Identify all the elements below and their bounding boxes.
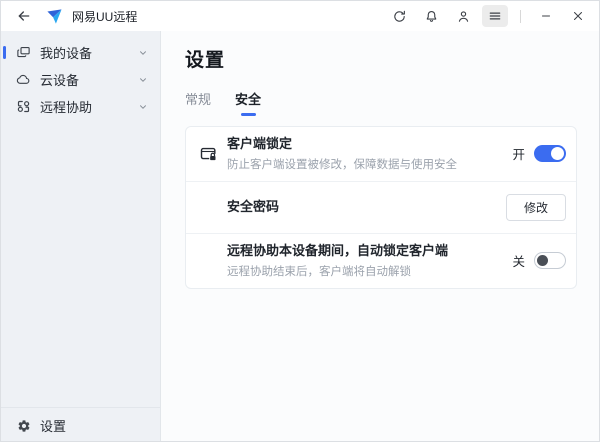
auto-lock-title: 远程协助本设备期间，自动锁定客户端: [227, 242, 449, 258]
client-lock-text: 客户端锁定 防止客户端设置被修改，保障数据与使用安全: [227, 135, 502, 173]
devices-icon: [16, 45, 31, 60]
sidebar-item-label: 我的设备: [40, 46, 93, 61]
back-arrow-icon: [16, 8, 32, 24]
remote-assist-icon: [16, 99, 31, 114]
modify-password-button[interactable]: 修改: [505, 193, 566, 221]
toggle-knob: [551, 147, 564, 161]
user-icon: [456, 9, 471, 24]
sidebar: 我的设备 云设备 远程协助 设置: [1, 31, 161, 441]
bell-icon: [424, 9, 439, 24]
app-logo-icon: [46, 8, 63, 25]
client-lock-controls: 开: [512, 144, 566, 163]
sidebar-settings-button[interactable]: 设置: [1, 407, 160, 441]
titlebar-right: [386, 5, 591, 27]
chevron-down-icon: [138, 102, 148, 112]
security-password-text: 安全密码: [227, 198, 496, 217]
sidebar-item-label: 远程协助: [40, 100, 93, 115]
sidebar-item-cloud-devices[interactable]: 云设备: [1, 66, 160, 93]
titlebar-divider: [520, 9, 521, 23]
toggle-knob: [537, 255, 548, 267]
account-button[interactable]: [450, 5, 476, 27]
security-settings-card: 客户端锁定 防止客户端设置被修改，保障数据与使用安全 开 安全密码 修改 远程协…: [185, 126, 577, 289]
chevron-down-icon: [138, 48, 148, 58]
page-title: 设置: [185, 50, 226, 71]
client-lock-toggle[interactable]: [534, 145, 566, 163]
minimize-button[interactable]: [533, 5, 559, 27]
security-password-row: 安全密码 修改: [186, 180, 576, 233]
sidebar-settings-label: 设置: [40, 419, 67, 434]
app-title: 网易UU远程: [72, 9, 138, 24]
auto-lock-controls: 关: [512, 251, 566, 270]
hamburger-menu-icon: [488, 9, 502, 23]
client-lock-state-label: 开: [512, 148, 525, 163]
settings-panel: 设置 常规 安全 客户端锁定 防止客户端设置被修改，保障数据与使用安全 开 安全…: [161, 31, 599, 441]
tab-general[interactable]: 常规: [185, 89, 211, 116]
auto-lock-toggle[interactable]: [534, 252, 566, 270]
security-password-title: 安全密码: [227, 199, 280, 215]
app-body: 我的设备 云设备 远程协助 设置 设置 常规 安全 客户端锁定 防止客户端设置被…: [1, 31, 599, 441]
settings-tabs: 常规 安全: [185, 89, 599, 116]
gear-icon: [17, 419, 31, 433]
auto-lock-row: 远程协助本设备期间，自动锁定客户端 远程协助结束后，客户端将自动解锁 关: [186, 232, 576, 288]
auto-lock-state-label: 关: [512, 255, 525, 270]
close-button[interactable]: [565, 5, 591, 27]
refresh-button[interactable]: [386, 5, 412, 27]
minimize-icon: [539, 9, 553, 23]
titlebar: 网易UU远程: [1, 1, 599, 31]
main-menu-button[interactable]: [482, 5, 508, 27]
client-lock-title: 客户端锁定: [227, 136, 293, 151]
client-lock-icon: [199, 144, 219, 164]
cloud-icon: [16, 72, 31, 87]
client-lock-row: 客户端锁定 防止客户端设置被修改，保障数据与使用安全 开: [186, 127, 576, 181]
sidebar-item-my-devices[interactable]: 我的设备: [1, 39, 160, 66]
back-button[interactable]: [11, 5, 37, 27]
sidebar-item-remote-assist[interactable]: 远程协助: [1, 93, 160, 120]
sidebar-item-label: 云设备: [40, 73, 80, 88]
chevron-down-icon: [138, 75, 148, 85]
security-password-controls: 修改: [505, 193, 566, 221]
close-icon: [571, 9, 585, 23]
notifications-button[interactable]: [418, 5, 444, 27]
auto-lock-description: 远程协助结束后，客户端将自动解锁: [227, 265, 411, 278]
tab-security[interactable]: 安全: [235, 89, 261, 116]
titlebar-left: 网易UU远程: [11, 5, 137, 27]
auto-lock-text: 远程协助本设备期间，自动锁定客户端 远程协助结束后，客户端将自动解锁: [227, 242, 502, 280]
app-window: 网易UU远程 我的设备 云设备 远程协助 设置 设置 常规 安全 客户端锁定 防…: [0, 0, 600, 442]
refresh-icon: [392, 9, 407, 24]
client-lock-description: 防止客户端设置被修改，保障数据与使用安全: [227, 158, 457, 171]
